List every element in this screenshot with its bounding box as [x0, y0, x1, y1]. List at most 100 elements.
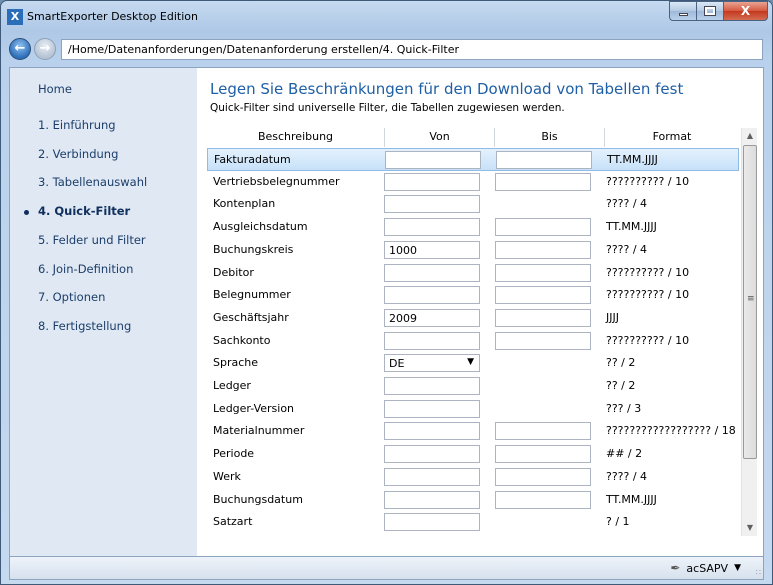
column-header-beschreibung[interactable]: Beschreibung — [207, 128, 385, 147]
von-input[interactable] — [384, 286, 480, 305]
chevron-down-icon: ▼ — [734, 563, 741, 573]
sidebar-item[interactable]: 1. Einführung — [38, 118, 116, 132]
user-connection-icon: ✒ — [670, 561, 681, 575]
von-input[interactable] — [384, 490, 480, 509]
table-row[interactable]: Materialnummer ?????????????????? / 18 — [207, 420, 739, 443]
sidebar-item[interactable]: 8. Fertigstellung — [38, 319, 131, 333]
table-row[interactable]: Buchungskreis 1000 ???? / 4 — [207, 239, 739, 262]
status-bar: ✒ acSAPV ▼ ∷ — [9, 557, 764, 580]
resize-grip-icon[interactable]: ∷ — [756, 568, 761, 577]
row-label: Satzart — [213, 515, 253, 529]
table-row[interactable]: Ausgleichsdatum TT.MM.JJJJ — [207, 216, 739, 239]
von-input[interactable] — [384, 195, 480, 214]
bis-input[interactable] — [495, 467, 591, 486]
app-logo-icon: X — [7, 9, 23, 25]
sidebar-home-link[interactable]: Home — [38, 82, 72, 96]
von-input[interactable] — [384, 172, 480, 191]
row-label: Vertriebsbelegnummer — [213, 174, 340, 188]
table-row[interactable]: Buchungsdatum TT.MM.JJJJ — [207, 489, 739, 512]
bis-input[interactable] — [495, 490, 591, 509]
main-panel: Legen Sie Beschränkungen für den Downloa… — [207, 68, 759, 556]
row-label: Kontenplan — [213, 197, 276, 211]
table-row[interactable]: Belegnummer ?????????? / 10 — [207, 284, 739, 307]
minimize-button[interactable] — [669, 1, 696, 21]
von-input[interactable]: 2009 — [384, 308, 480, 327]
table-row[interactable]: Ledger ?? / 2 — [207, 375, 739, 398]
table-row[interactable]: Kontenplan ???? / 4 — [207, 193, 739, 216]
von-input[interactable] — [384, 445, 480, 464]
von-value: 1000 — [389, 243, 417, 257]
bis-input[interactable] — [495, 218, 591, 237]
von-input[interactable] — [384, 263, 480, 282]
sidebar-item[interactable]: 6. Join-Definition — [38, 262, 133, 276]
row-label: Ledger — [213, 379, 251, 392]
row-label: Geschäftsjahr — [213, 310, 289, 324]
format-value: ? / 1 — [606, 515, 630, 529]
back-arrow-icon: ← — [14, 41, 26, 56]
user-name: acSAPV — [686, 561, 729, 575]
bis-input[interactable] — [495, 172, 591, 191]
von-value: 2009 — [389, 311, 417, 325]
title-bar[interactable]: X SmartExporter Desktop Edition X — [1, 1, 772, 31]
dropdown-arrow-icon: ▼ — [467, 357, 474, 368]
von-input[interactable] — [385, 151, 481, 169]
page-title: Legen Sie Beschränkungen für den Downloa… — [210, 80, 684, 98]
table-row[interactable]: Debitor ?????????? / 10 — [207, 262, 739, 285]
column-header-von[interactable]: Von — [385, 128, 495, 147]
bis-input[interactable] — [495, 445, 591, 464]
bis-input[interactable] — [495, 422, 591, 441]
sidebar-item[interactable]: 7. Optionen — [38, 290, 105, 304]
scrollbar-thumb[interactable]: ≡ — [743, 145, 757, 459]
row-label: Buchungsdatum — [213, 492, 303, 506]
row-label: Periode — [213, 447, 255, 461]
table-row[interactable]: Geschäftsjahr 2009 JJJJ — [207, 307, 739, 330]
wizard-sidebar: Home 1. Einführung 2. Verbindung 3. Tabell… — [10, 68, 197, 556]
von-input[interactable] — [384, 513, 480, 532]
vertical-scrollbar[interactable]: ▲ ≡ ▼ — [741, 128, 757, 536]
table-row[interactable]: Satzart ? / 1 — [207, 511, 739, 534]
app-window: X SmartExporter Desktop Edition X ← → /H… — [0, 0, 773, 585]
table-row[interactable]: Vertriebsbelegnummer ?????????? / 10 — [207, 171, 739, 194]
bis-input[interactable] — [495, 286, 591, 305]
sidebar-item[interactable]: 3. Tabellenauswahl — [38, 175, 147, 189]
maximize-button[interactable] — [696, 1, 723, 21]
column-header-format[interactable]: Format — [605, 128, 739, 147]
von-input[interactable]: 1000 — [384, 240, 480, 259]
column-header-bis[interactable]: Bis — [495, 128, 605, 147]
bis-input[interactable] — [495, 331, 591, 350]
von-input[interactable] — [384, 422, 480, 441]
sidebar-item[interactable]: 4. Quick-Filter — [38, 204, 130, 218]
von-input[interactable] — [384, 377, 480, 395]
von-input[interactable] — [384, 399, 480, 418]
row-label: Belegnummer — [213, 288, 291, 302]
von-input[interactable] — [384, 218, 480, 237]
scroll-down-icon[interactable]: ▼ — [742, 520, 758, 536]
table-row[interactable]: Werk ???? / 4 — [207, 466, 739, 489]
table-row[interactable]: Sachkonto ?????????? / 10 — [207, 330, 739, 353]
close-button[interactable]: X — [723, 1, 768, 21]
forward-button[interactable]: → — [34, 38, 56, 60]
address-bar[interactable]: /Home/Datenanforderungen/Datenanforderun… — [61, 39, 763, 60]
bis-input[interactable] — [495, 240, 591, 259]
bis-input[interactable] — [496, 151, 592, 169]
format-value: ?????????? / 10 — [606, 288, 690, 302]
sidebar-item[interactable]: 5. Felder und Filter — [38, 233, 146, 247]
bis-input[interactable] — [495, 263, 591, 282]
von-select[interactable]: DE ▼ — [384, 354, 480, 373]
table-row[interactable]: Fakturadatum TT.MM.JJJJ — [207, 148, 739, 171]
format-value: JJJJ — [606, 310, 619, 324]
table-row[interactable]: Sprache DE ▼ ?? / 2 — [207, 352, 739, 375]
window-controls: X — [669, 1, 768, 21]
format-value: ?????????? / 10 — [606, 333, 690, 347]
von-input[interactable] — [384, 467, 480, 486]
sidebar-item[interactable]: 2. Verbindung — [38, 147, 118, 161]
format-value: ?????????????????? / 18 — [606, 424, 736, 438]
von-input[interactable] — [384, 331, 480, 350]
back-button[interactable]: ← — [9, 38, 31, 60]
content-area: Home 1. Einführung 2. Verbindung 3. Tabell… — [9, 67, 764, 557]
user-menu[interactable]: ✒ acSAPV ▼ — [670, 561, 741, 575]
table-row[interactable]: Ledger-Version ??? / 3 — [207, 398, 739, 421]
scroll-up-icon[interactable]: ▲ — [742, 128, 758, 144]
bis-input[interactable] — [495, 308, 591, 327]
table-row[interactable]: Periode ## / 2 — [207, 443, 739, 466]
